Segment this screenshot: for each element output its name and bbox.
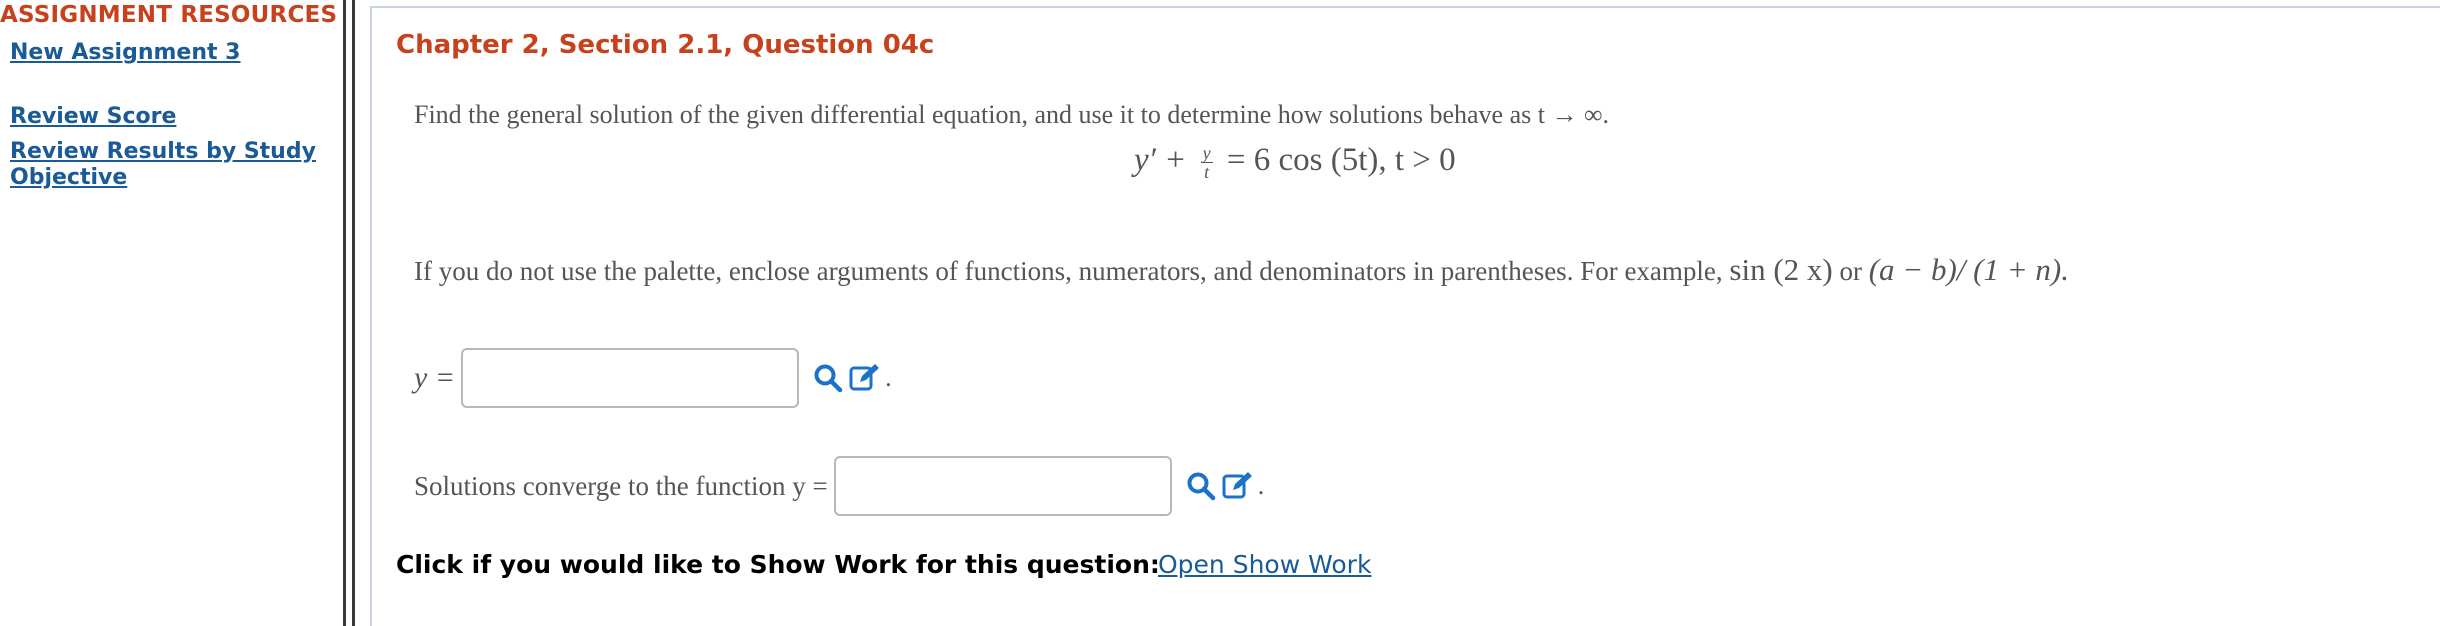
example-fraction: (a − b)/ (1 + n). bbox=[1868, 252, 2069, 287]
trailing-period: . bbox=[1257, 471, 1265, 500]
open-show-work-link[interactable]: Open Show Work bbox=[1158, 550, 1371, 579]
answer-label-y: y = bbox=[414, 361, 456, 394]
edit-pencil-icon[interactable] bbox=[849, 363, 880, 393]
equation-fraction: y t bbox=[1200, 142, 1213, 182]
convergence-function-input[interactable] bbox=[833, 456, 1172, 516]
question-title: Chapter 2, Section 2.1, Question 04c bbox=[396, 30, 935, 60]
answer-label-converge: Solutions converge to the function y = bbox=[414, 470, 828, 501]
sidebar-link-review-results[interactable]: Review Results by Study Objective bbox=[10, 139, 340, 191]
question-stem: Find the general solution of the given d… bbox=[414, 100, 1610, 129]
edit-pencil-icon[interactable] bbox=[1222, 471, 1252, 501]
equation-rhs: = 6 cos (5t), t > 0 bbox=[1226, 142, 1456, 178]
input-instructions: If you do not use the palette, enclose a… bbox=[414, 252, 2069, 288]
answer-tools: . bbox=[813, 363, 892, 393]
trailing-period: . bbox=[885, 363, 892, 392]
question-panel: Chapter 2, Section 2.1, Question 04c Fin… bbox=[370, 6, 2440, 626]
equation-lhs: y′ + bbox=[1134, 142, 1187, 178]
sidebar-link-review-score[interactable]: Review Score bbox=[10, 104, 176, 130]
fraction-numerator: y bbox=[1200, 142, 1213, 163]
magnifier-icon[interactable] bbox=[1186, 471, 1216, 501]
fraction-denominator: t bbox=[1204, 161, 1210, 182]
answer-row-convergence: Solutions converge to the function y = . bbox=[414, 456, 1264, 516]
sidebar-link-new-assignment[interactable]: New Assignment 3 bbox=[10, 40, 240, 66]
general-solution-input[interactable] bbox=[461, 348, 800, 408]
magnifier-icon[interactable] bbox=[813, 363, 843, 393]
example-sin: sin (2 x) bbox=[1729, 252, 1833, 287]
instructions-text: If you do not use the palette, enclose a… bbox=[414, 256, 1723, 286]
panel-divider[interactable] bbox=[343, 0, 355, 626]
answer-tools: . bbox=[1186, 471, 1265, 501]
answer-row-general-solution: y = . bbox=[414, 348, 892, 408]
example-or: or bbox=[1839, 256, 1862, 286]
sidebar-title: ASSIGNMENT RESOURCES bbox=[0, 2, 338, 28]
differential-equation: y′ + y t = 6 cos (5t), t > 0 bbox=[1134, 142, 1456, 181]
assignment-resources-sidebar: ASSIGNMENT RESOURCES New Assignment 3 Re… bbox=[0, 0, 342, 626]
show-work-prompt: Click if you would like to Show Work for… bbox=[396, 550, 1160, 579]
